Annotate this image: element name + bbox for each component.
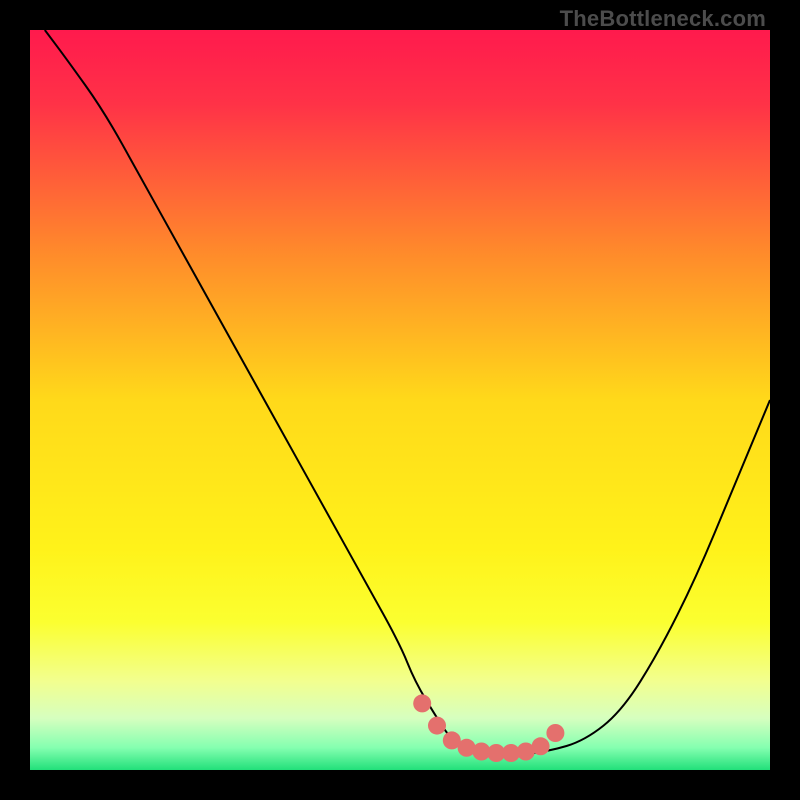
- highlight-dots: [413, 694, 564, 762]
- watermark-text: TheBottleneck.com: [560, 6, 766, 32]
- marker-dot: [428, 717, 446, 735]
- bottleneck-curve: [30, 30, 770, 770]
- marker-dot: [532, 737, 550, 755]
- plot-area: [30, 30, 770, 770]
- outer-frame: TheBottleneck.com: [0, 0, 800, 800]
- marker-dot: [546, 724, 564, 742]
- marker-dot: [413, 694, 431, 712]
